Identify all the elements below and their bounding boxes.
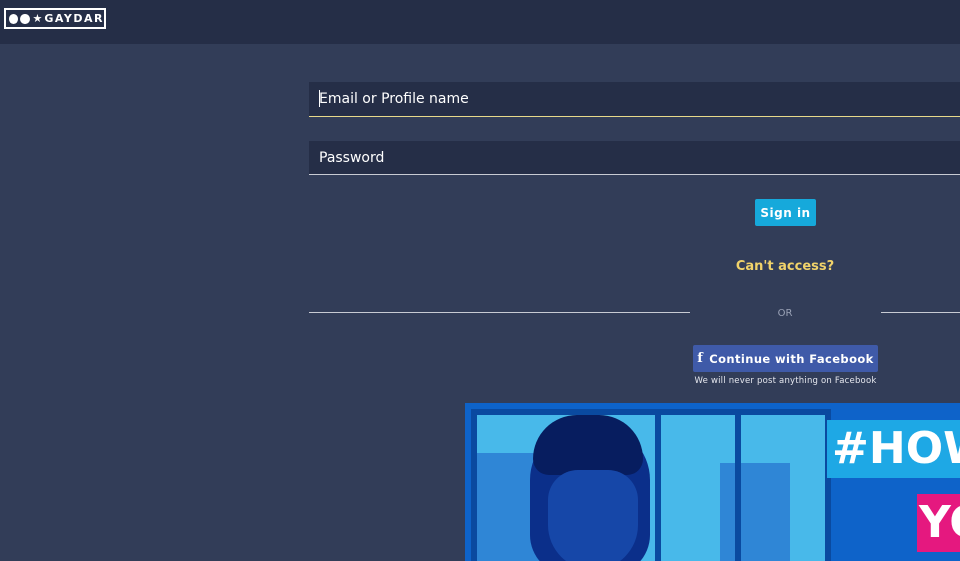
gaydar-logo[interactable]: ★ GAYDAR [4,8,106,29]
facebook-note: We will never post anything on Facebook [694,376,877,386]
continue-with-facebook-button[interactable]: f Continue with Facebook [693,345,878,372]
promo-window-bars [655,409,825,561]
sign-in-button[interactable]: Sign in [755,199,816,226]
promo-hashtag: #HOW [827,420,960,478]
facebook-button-label: Continue with Facebook [709,351,874,366]
logo-wordmark: GAYDAR [44,12,104,25]
promo-banner[interactable]: #HOW YO [465,403,960,561]
text-caret [319,90,320,107]
promo-tagline: YO [917,494,960,552]
promo-person [530,415,660,561]
divider-right [881,312,960,313]
password-field[interactable] [309,141,960,175]
star-icon: ★ [32,12,43,25]
or-separator: OR [777,308,793,319]
cant-access-link[interactable]: Can't access? [700,259,870,274]
divider-left [309,312,690,313]
logo-dot-icon [9,13,19,24]
logo-dot-icon [20,13,30,24]
facebook-icon: f [697,351,704,366]
top-bar: ★ GAYDAR [0,0,960,44]
email-field[interactable] [309,82,960,117]
